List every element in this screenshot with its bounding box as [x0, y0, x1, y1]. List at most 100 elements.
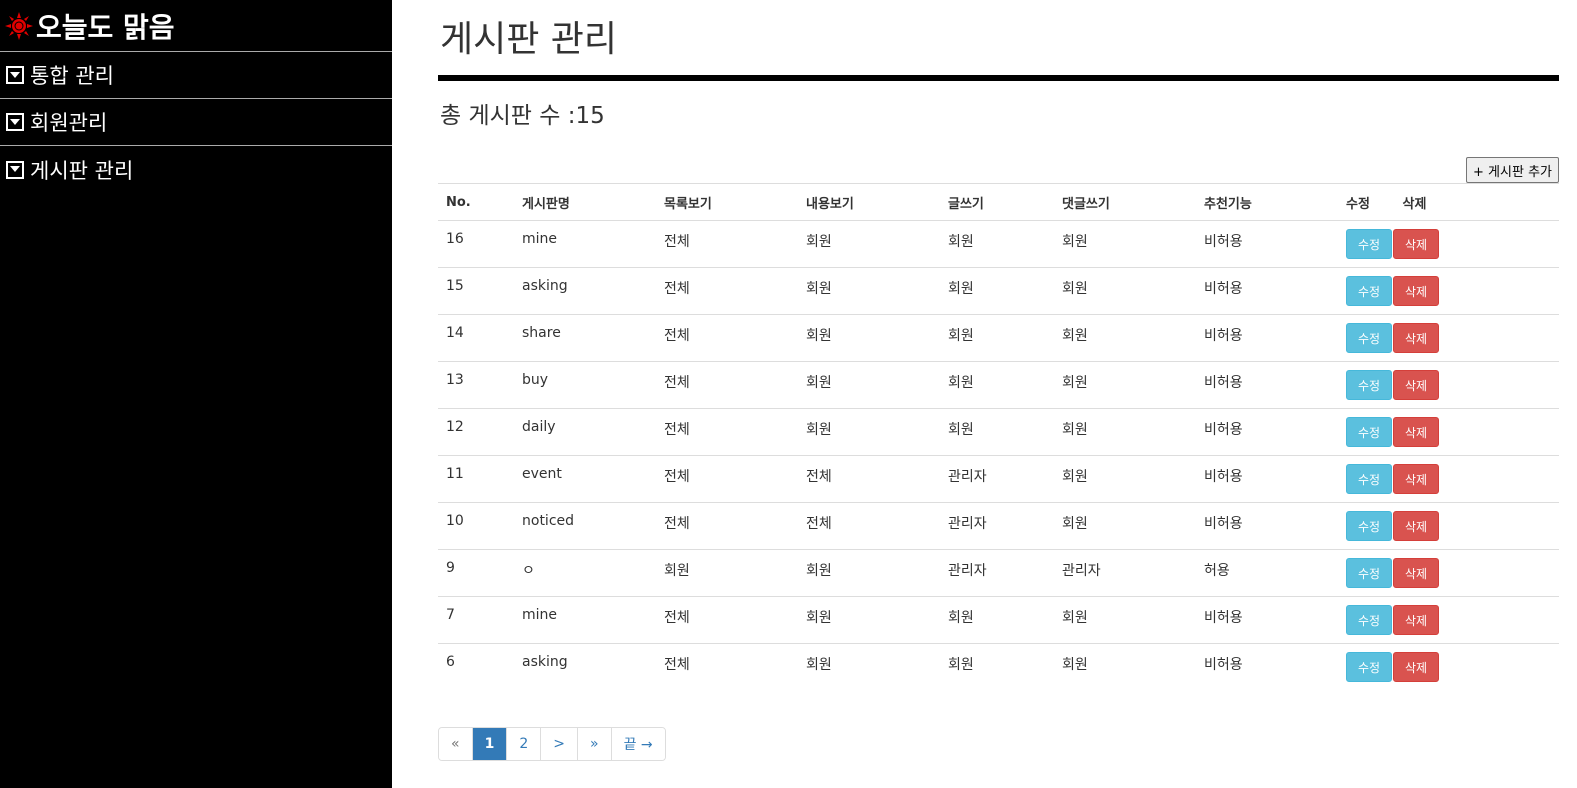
- row-no: 7: [438, 596, 514, 644]
- table-row: 13 buy 전체 회원 회원 회원 비허용 수정 삭제: [438, 361, 1559, 409]
- sidebar: 오늘도 맑음 통합 관리회원관리게시판 관리: [0, 0, 392, 788]
- sidebar-item[interactable]: 게시판 관리: [0, 146, 392, 193]
- row-write: 회원: [940, 220, 1054, 268]
- delete-button[interactable]: 삭제: [1393, 229, 1439, 259]
- row-comment: 회원: [1054, 455, 1196, 503]
- edit-button[interactable]: 수정: [1346, 605, 1392, 635]
- row-no: 13: [438, 361, 514, 409]
- edit-button[interactable]: 수정: [1346, 323, 1392, 353]
- row-content-view: 회원: [798, 596, 940, 644]
- edit-button[interactable]: 수정: [1346, 229, 1392, 259]
- delete-button[interactable]: 삭제: [1393, 417, 1439, 447]
- sidebar-item[interactable]: 통합 관리: [0, 52, 392, 99]
- row-write: 회원: [940, 267, 1054, 315]
- sidebar-item-label: 게시판 관리: [30, 158, 134, 183]
- col-list-view: 목록보기: [656, 183, 798, 221]
- row-content-view: 회원: [798, 267, 940, 315]
- brand[interactable]: 오늘도 맑음: [0, 0, 392, 52]
- row-write: 회원: [940, 596, 1054, 644]
- table-row: 12 daily 전체 회원 회원 회원 비허용 수정 삭제: [438, 408, 1559, 456]
- sidebar-item-label: 통합 관리: [30, 64, 114, 88]
- edit-button[interactable]: 수정: [1346, 558, 1392, 588]
- sidebar-item[interactable]: 회원관리: [0, 99, 392, 146]
- delete-button[interactable]: 삭제: [1393, 558, 1439, 588]
- row-list-view: 전체: [656, 408, 798, 456]
- row-content-view: 회원: [798, 408, 940, 456]
- row-actions: 수정 삭제: [1338, 644, 1559, 691]
- edit-button[interactable]: 수정: [1346, 417, 1392, 447]
- row-board-name: buy: [514, 361, 656, 409]
- row-comment: 회원: [1054, 314, 1196, 362]
- row-no: 14: [438, 314, 514, 362]
- table-row: 9 ㅇ 회원 회원 관리자 관리자 허용 수정 삭제: [438, 549, 1559, 597]
- row-content-view: 회원: [798, 549, 940, 597]
- row-write: 회원: [940, 408, 1054, 456]
- row-board-name: event: [514, 455, 656, 503]
- page-link[interactable]: 끝 →: [610, 728, 665, 760]
- pagination: «1 2 >» 끝 →: [438, 727, 666, 761]
- caret-down-icon: [6, 113, 24, 131]
- caret-down-icon: [6, 66, 24, 84]
- row-no: 12: [438, 408, 514, 456]
- col-actions: 수정 삭제: [1338, 183, 1559, 221]
- table-header-row: No. 게시판명 목록보기 내용보기 글쓰기 댓글쓰기 추천기능 수정 삭제: [438, 183, 1559, 221]
- sun-icon: [4, 11, 34, 41]
- row-recommend: 비허용: [1196, 408, 1338, 456]
- row-no: 11: [438, 455, 514, 503]
- row-comment: 회원: [1054, 267, 1196, 315]
- page-link[interactable]: «: [439, 728, 472, 760]
- delete-button[interactable]: 삭제: [1393, 464, 1439, 494]
- table-row: 11 event 전체 전체 관리자 회원 비허용 수정 삭제: [438, 455, 1559, 503]
- row-comment: 관리자: [1054, 549, 1196, 597]
- col-content-view: 내용보기: [798, 183, 940, 221]
- row-no: 15: [438, 267, 514, 315]
- row-recommend: 비허용: [1196, 455, 1338, 503]
- row-recommend: 비허용: [1196, 314, 1338, 362]
- page-link[interactable]: 1: [471, 728, 507, 760]
- table-row: 10 noticed 전체 전체 관리자 회원 비허용 수정 삭제: [438, 502, 1559, 550]
- delete-button[interactable]: 삭제: [1393, 370, 1439, 400]
- row-content-view: 전체: [798, 502, 940, 550]
- main-content: 게시판 관리 총 게시판 수 :15 + 게시판 추가 No. 게시판명 목록보…: [438, 0, 1559, 788]
- row-board-name: ㅇ: [514, 549, 656, 597]
- row-comment: 회원: [1062, 657, 1088, 673]
- row-no: 10: [438, 502, 514, 550]
- page-link[interactable]: >: [540, 728, 577, 760]
- delete-button[interactable]: 삭제: [1393, 605, 1439, 635]
- row-recommend: 비허용: [1196, 220, 1338, 268]
- row-content-view: 회원: [798, 361, 940, 409]
- row-no: 16: [438, 220, 514, 268]
- row-content-view: 전체: [798, 455, 940, 503]
- col-edit: 수정: [1346, 196, 1370, 212]
- delete-button[interactable]: 삭제: [1393, 276, 1439, 306]
- col-recommend: 추천기능: [1196, 183, 1338, 221]
- delete-button[interactable]: 삭제: [1393, 511, 1439, 541]
- row-write: 회원: [948, 657, 974, 673]
- page-link[interactable]: 2: [506, 728, 541, 760]
- table-row: 7 mine 전체 회원 회원 회원 비허용 수정 삭제: [438, 596, 1559, 644]
- row-actions: 수정 삭제: [1338, 314, 1559, 362]
- page-link[interactable]: »: [576, 728, 611, 760]
- row-no: 6: [446, 654, 455, 670]
- row-list-view: 전체: [656, 361, 798, 409]
- add-board-button[interactable]: + 게시판 추가: [1466, 157, 1559, 183]
- edit-button[interactable]: 수정: [1346, 370, 1392, 400]
- edit-button[interactable]: 수정: [1346, 652, 1392, 682]
- caret-down-icon: [6, 160, 24, 179]
- row-content-view: 회원: [798, 314, 940, 362]
- delete-button[interactable]: 삭제: [1393, 323, 1439, 353]
- row-no: 9: [438, 549, 514, 597]
- edit-button[interactable]: 수정: [1346, 464, 1392, 494]
- delete-button[interactable]: 삭제: [1393, 652, 1439, 682]
- board-table: No. 게시판명 목록보기 내용보기 글쓰기 댓글쓰기 추천기능 수정 삭제 1…: [438, 183, 1559, 691]
- edit-button[interactable]: 수정: [1346, 511, 1392, 541]
- row-actions: 수정 삭제: [1338, 361, 1559, 409]
- col-write: 글쓰기: [940, 183, 1054, 221]
- row-recommend: 허용: [1196, 549, 1338, 597]
- row-recommend: 비허용: [1196, 502, 1338, 550]
- row-recommend: 비허용: [1204, 657, 1243, 673]
- edit-button[interactable]: 수정: [1346, 276, 1392, 306]
- row-recommend: 비허용: [1196, 596, 1338, 644]
- row-content-view: 회원: [798, 220, 940, 268]
- row-list-view: 전체: [656, 220, 798, 268]
